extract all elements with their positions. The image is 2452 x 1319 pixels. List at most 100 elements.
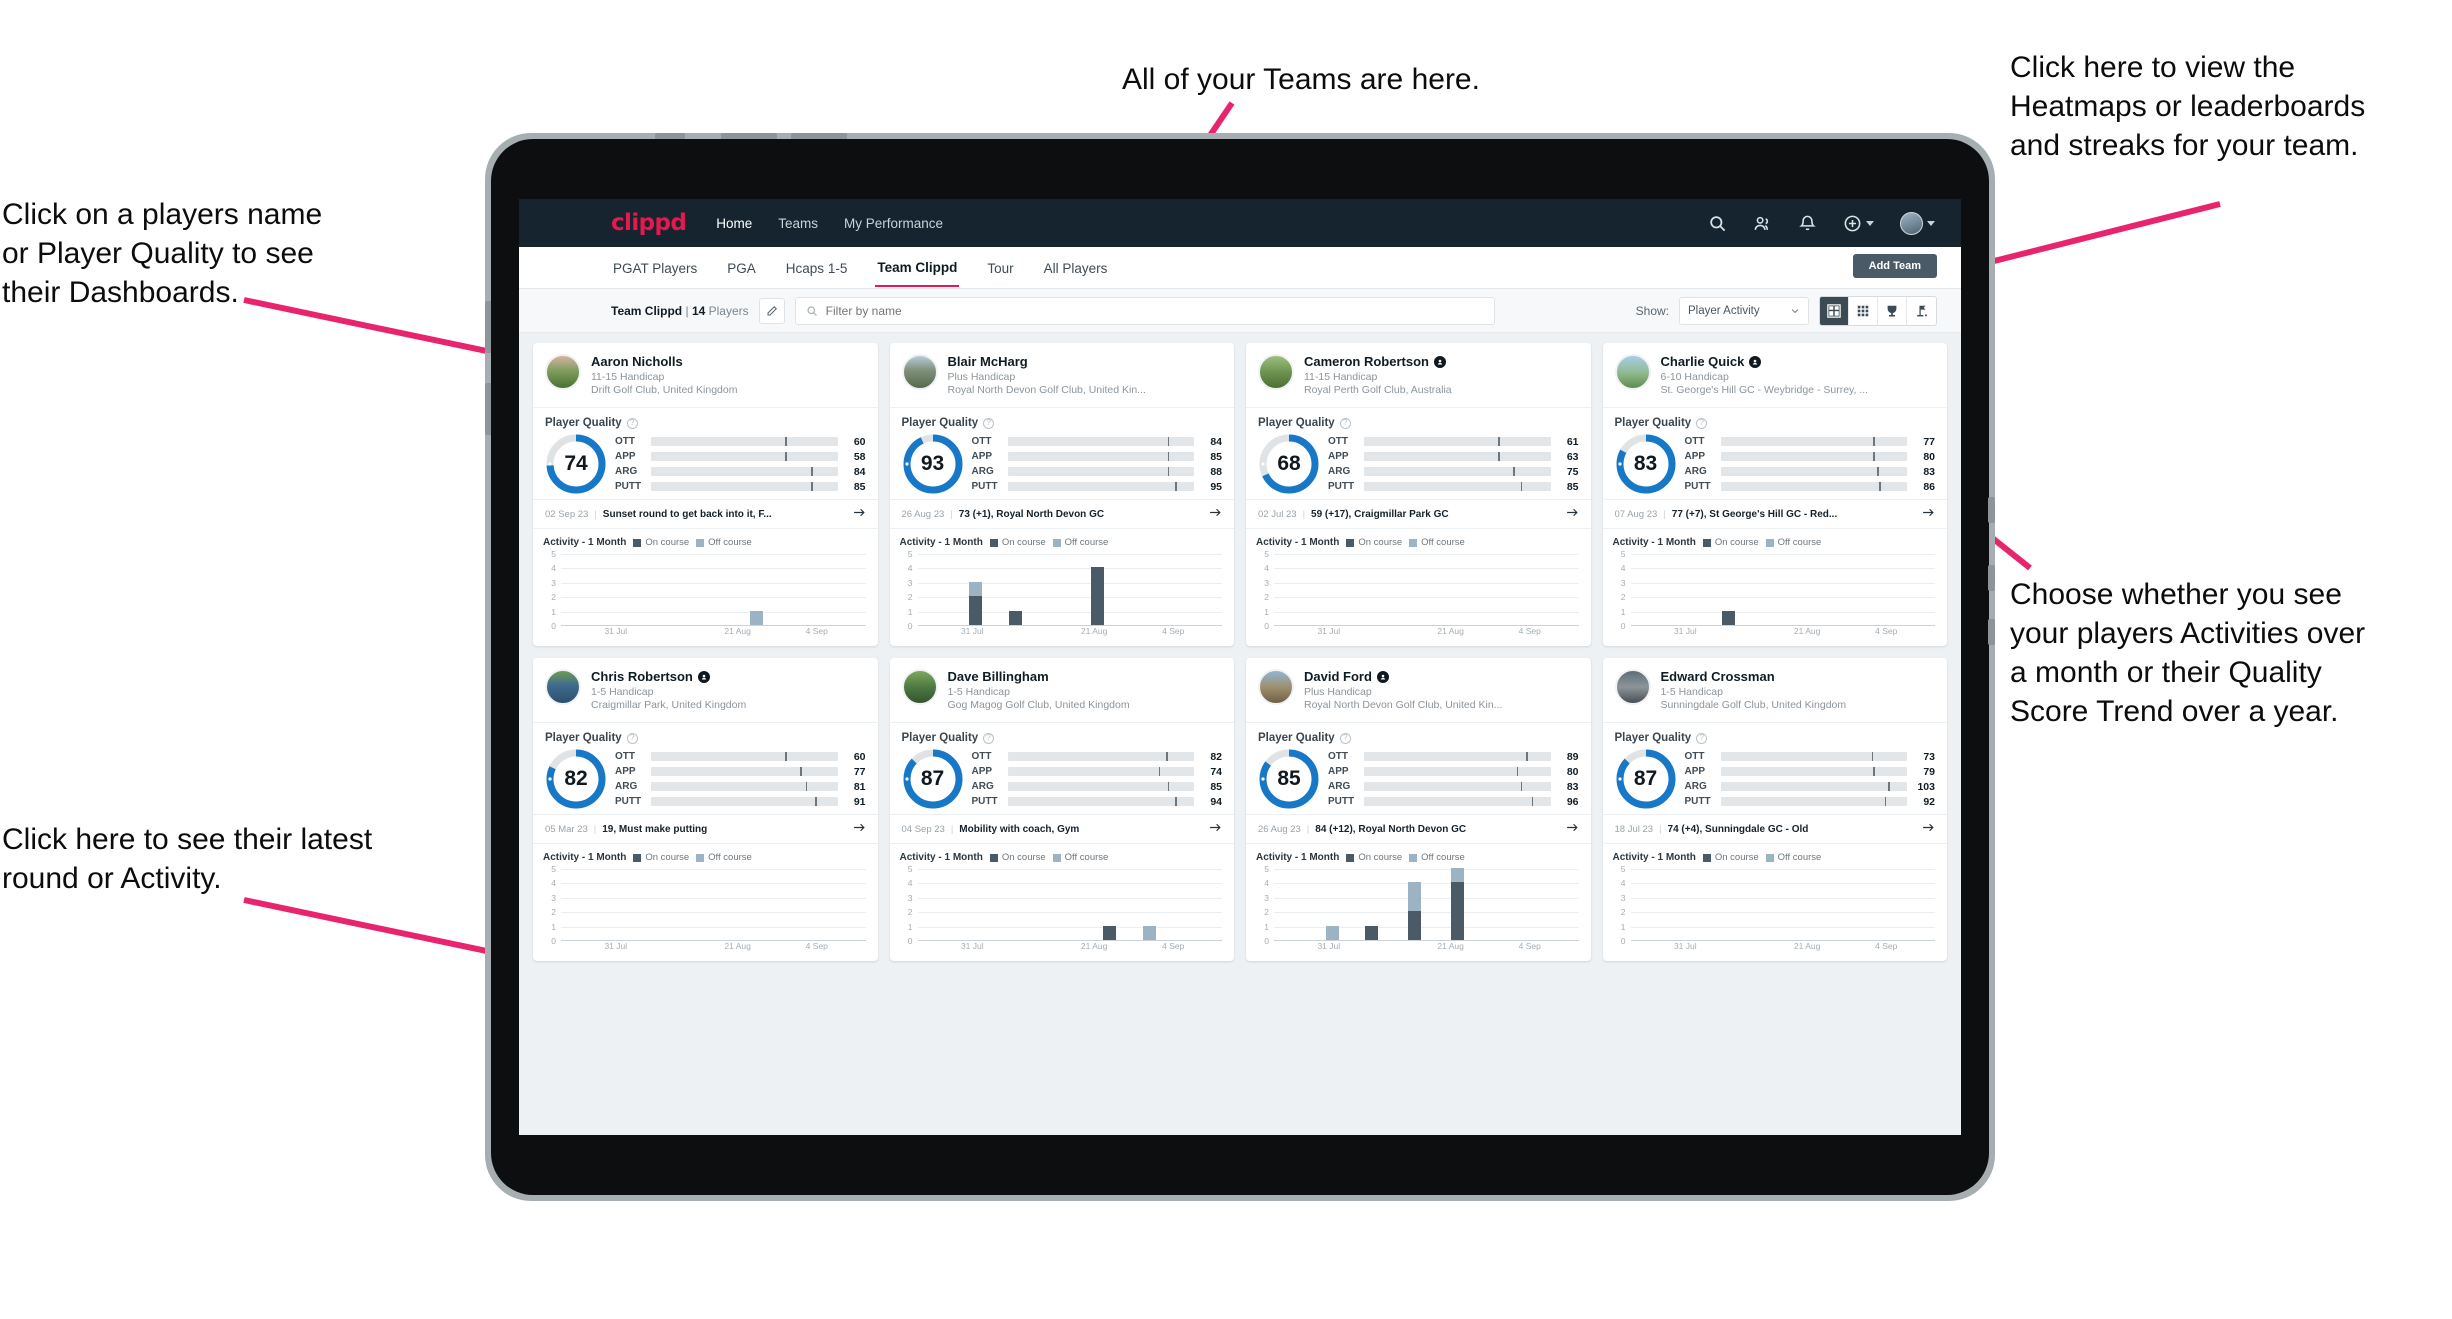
plus-circle-icon[interactable] — [1843, 214, 1862, 233]
search-input[interactable] — [825, 303, 1484, 318]
avatar[interactable] — [901, 354, 938, 390]
player-card[interactable]: Chris Robertson 1-5 Handicap Craigmillar P… — [533, 658, 878, 961]
chevron-down-icon[interactable] — [1927, 220, 1935, 226]
filter-search-box[interactable] — [794, 296, 1495, 325]
player-name-row[interactable]: Charlie Quick — [1661, 354, 1869, 369]
question-icon[interactable]: ? — [1696, 417, 1708, 429]
question-icon[interactable]: ? — [983, 732, 995, 744]
player-name-row[interactable]: Chris Robertson — [591, 669, 746, 684]
player-quality-section[interactable]: Player Quality? 85 OTT 89 APP 80 ARG 83 PUTT 96 — [1246, 723, 1591, 814]
player-quality-section[interactable]: Player Quality? 68 OTT 61 APP 63 ARG 75 PUTT 85 — [1246, 408, 1591, 499]
player-name-row[interactable]: Dave Billingham — [948, 669, 1130, 684]
player-name-row[interactable]: Aaron Nicholls — [591, 354, 737, 369]
view-button-cards[interactable] — [1820, 296, 1849, 325]
quality-donut[interactable]: 87 — [1615, 748, 1677, 810]
avatar[interactable] — [1258, 669, 1294, 705]
avatar[interactable] — [1614, 354, 1651, 390]
player-quality-section[interactable]: Player Quality? 87 OTT 82 APP 74 ARG 85 PUTT 94 — [890, 723, 1235, 814]
latest-round-row[interactable]: 05 Mar 23 | 19, Must make putting — [533, 814, 878, 844]
latest-round-row[interactable]: 04 Sep 23 | Mobility with coach, Gym — [889, 814, 1234, 844]
user-menu[interactable] — [1900, 211, 1935, 235]
subtab-tour[interactable]: Tour — [985, 250, 1015, 286]
question-icon[interactable]: ? — [1339, 417, 1351, 429]
player-quality-section[interactable]: Player Quality? 87 OTT 73 APP 79 ARG 103 PUTT 92 — [1603, 723, 1948, 814]
nav-link-my-performance[interactable]: My Performance — [844, 216, 943, 231]
avatar[interactable] — [1258, 354, 1294, 390]
player-name-row[interactable]: Cameron Robertson — [1304, 354, 1452, 369]
arrow-right-icon[interactable] — [1566, 822, 1579, 836]
player-name-row[interactable]: David Ford — [1304, 669, 1502, 684]
quality-donut[interactable]: 74 — [545, 433, 607, 495]
arrow-right-icon[interactable] — [1922, 822, 1935, 836]
player-name-row[interactable]: Blair McHarg — [948, 354, 1146, 369]
avatar[interactable] — [545, 669, 581, 705]
quality-donut[interactable]: 87 — [902, 748, 964, 810]
view-button-leaderboard[interactable] — [1878, 296, 1907, 325]
subtab-team-clippd[interactable]: Team Clippd — [875, 249, 960, 287]
people-icon[interactable] — [1753, 214, 1772, 233]
player-card-header[interactable]: Blair McHarg Plus Handicap Royal North Dev… — [889, 343, 1234, 408]
player-card[interactable]: Charlie Quick 6-10 Handicap St. George's H… — [1602, 343, 1948, 646]
latest-round-row[interactable]: 26 Aug 23 | 73 (+1), Royal North Devon GC — [889, 499, 1234, 529]
quality-donut[interactable]: 83 — [1615, 433, 1677, 495]
player-card-header[interactable]: Cameron Robertson 11-15 Handicap Royal Per… — [1246, 343, 1591, 408]
arrow-right-icon[interactable] — [1566, 507, 1579, 521]
player-card[interactable]: Cameron Robertson 11-15 Handicap Royal Per… — [1246, 343, 1591, 646]
nav-link-teams[interactable]: Teams — [778, 216, 818, 231]
subtab-all-players[interactable]: All Players — [1042, 250, 1110, 286]
quality-donut[interactable]: 68 — [1258, 433, 1320, 495]
subtab-pga[interactable]: PGA — [725, 250, 758, 286]
player-card[interactable]: Dave Billingham 1-5 Handicap Gog Magog Gol… — [889, 658, 1235, 961]
player-card-header[interactable]: Edward Crossman 1-5 Handicap Sunningdale G… — [1602, 658, 1947, 723]
player-name[interactable]: Dave Billingham — [948, 669, 1049, 684]
latest-round-row[interactable]: 02 Sep 23 | Sunset round to get back into … — [533, 499, 878, 529]
player-card-header[interactable]: David Ford Plus Handicap Royal North Devon… — [1246, 658, 1591, 723]
player-name-row[interactable]: Edward Crossman — [1661, 669, 1847, 684]
avatar[interactable] — [901, 669, 938, 705]
player-card-header[interactable]: Charlie Quick 6-10 Handicap St. George's H… — [1602, 343, 1947, 408]
clippd-logo[interactable]: clippd — [611, 210, 687, 236]
add-menu[interactable] — [1843, 214, 1874, 233]
question-icon[interactable]: ? — [626, 732, 638, 744]
player-name[interactable]: Aaron Nicholls — [591, 354, 683, 369]
latest-round-row[interactable]: 26 Aug 23 | 84 (+12), Royal North Devon GC — [1246, 814, 1591, 844]
search-icon[interactable] — [1708, 214, 1727, 233]
quality-donut[interactable]: 82 — [545, 748, 607, 810]
player-card-header[interactable]: Dave Billingham 1-5 Handicap Gog Magog Gol… — [889, 658, 1234, 723]
quality-donut[interactable]: 93 — [902, 433, 964, 495]
chevron-down-icon[interactable] — [1866, 220, 1874, 226]
player-name[interactable]: Chris Robertson — [591, 669, 693, 684]
player-card-header[interactable]: Aaron Nicholls 11-15 Handicap Drift Golf C… — [533, 343, 878, 408]
view-button-table[interactable] — [1849, 296, 1878, 325]
player-name[interactable]: David Ford — [1304, 669, 1372, 684]
avatar[interactable] — [545, 354, 581, 390]
bell-icon[interactable] — [1798, 214, 1817, 233]
add-team-button[interactable]: Add Team — [1852, 254, 1937, 278]
edit-team-button[interactable] — [758, 297, 785, 324]
avatar[interactable] — [1900, 211, 1923, 235]
player-name[interactable]: Edward Crossman — [1661, 669, 1775, 684]
latest-round-row[interactable]: 02 Jul 23 | 59 (+17), Craigmillar Park GC — [1246, 499, 1591, 529]
player-card[interactable]: Edward Crossman 1-5 Handicap Sunningdale G… — [1602, 658, 1948, 961]
question-icon[interactable]: ? — [1339, 732, 1351, 744]
subtab-pgat-players[interactable]: PGAT Players — [611, 250, 699, 286]
show-select[interactable]: Player Activity — [1679, 296, 1809, 325]
arrow-right-icon[interactable] — [1209, 822, 1222, 836]
player-quality-section[interactable]: Player Quality? 82 OTT 60 APP 77 ARG 81 PUTT 91 — [533, 723, 878, 814]
arrow-right-icon[interactable] — [1209, 507, 1222, 521]
view-button-heatmap[interactable] — [1907, 297, 1936, 325]
player-name[interactable]: Charlie Quick — [1661, 354, 1745, 369]
arrow-right-icon[interactable] — [853, 507, 866, 521]
arrow-right-icon[interactable] — [853, 822, 866, 836]
latest-round-row[interactable]: 07 Aug 23 | 77 (+7), St George's Hill GC -… — [1602, 499, 1947, 529]
player-card[interactable]: Aaron Nicholls 11-15 Handicap Drift Golf C… — [533, 343, 878, 646]
player-quality-section[interactable]: Player Quality? 83 OTT 77 APP 80 ARG 83 PUTT 86 — [1603, 408, 1948, 499]
latest-round-row[interactable]: 18 Jul 23 | 74 (+4), Sunningdale GC - Old — [1602, 814, 1947, 844]
question-icon[interactable]: ? — [983, 417, 995, 429]
player-name[interactable]: Cameron Robertson — [1304, 354, 1429, 369]
quality-donut[interactable]: 85 — [1258, 748, 1320, 810]
question-icon[interactable]: ? — [1696, 732, 1708, 744]
arrow-right-icon[interactable] — [1922, 507, 1935, 521]
player-card-header[interactable]: Chris Robertson 1-5 Handicap Craigmillar P… — [533, 658, 878, 723]
nav-link-home[interactable]: Home — [716, 216, 752, 231]
